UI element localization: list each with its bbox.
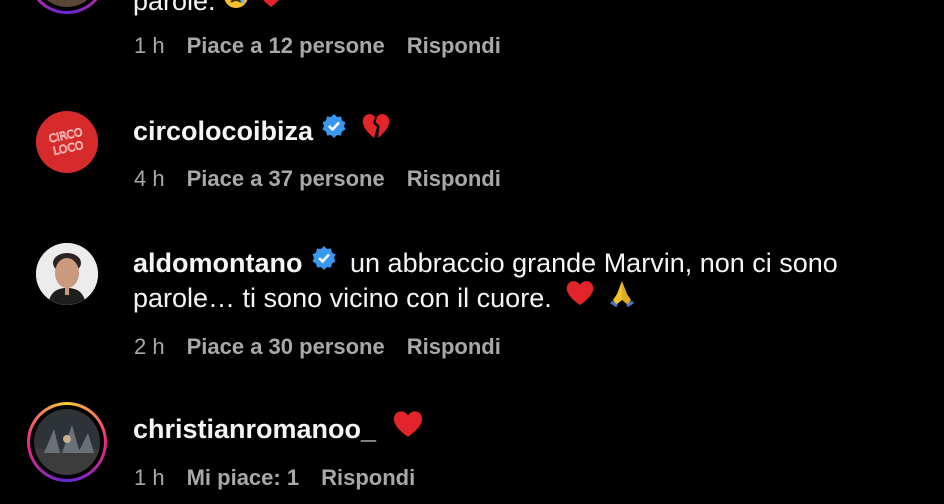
likes-count-link[interactable]: Piace a 37 persone: [187, 166, 385, 191]
comment-meta: 2 h Piace a 30 persone Rispondi: [134, 333, 523, 361]
reply-button[interactable]: Rispondi: [321, 465, 415, 490]
username-link[interactable]: aldomontano: [133, 248, 303, 278]
verified-badge-icon: [311, 245, 337, 279]
comment-body: parole… ti sono vicino con il cuore.: [133, 283, 552, 313]
likes-count-link[interactable]: Mi piace: 1: [187, 465, 299, 490]
comment-text: christianromanoo_: [133, 409, 424, 447]
comment-text: circolocoibiza: [133, 112, 391, 148]
comment-time: 1 h: [134, 465, 165, 490]
comment-text-continued: parole… ti sono vicino con il cuore.: [133, 278, 637, 316]
comment-time: 1 h: [134, 33, 165, 58]
folded-hands-icon: [607, 278, 637, 316]
person-photo: [36, 243, 98, 305]
verified-badge-icon: [321, 113, 347, 147]
red-heart-icon: [392, 409, 424, 447]
person-photo: [34, 409, 100, 475]
crying-face-icon: [223, 0, 249, 17]
reply-button[interactable]: Rispondi: [407, 33, 501, 58]
avatar[interactable]: [27, 402, 107, 482]
red-heart-icon: [257, 0, 285, 17]
comment-body: un abbraccio grande Marvin, non ci sono: [350, 248, 838, 278]
comment-meta: 1 h Piace a 12 persone Rispondi: [134, 32, 523, 60]
avatar[interactable]: [36, 243, 98, 305]
comment-time: 4 h: [134, 166, 165, 191]
reply-button[interactable]: Rispondi: [407, 334, 501, 359]
likes-count-link[interactable]: Piace a 12 persone: [187, 33, 385, 58]
username-link[interactable]: circolocoibiza: [133, 116, 313, 146]
comment-time: 2 h: [134, 334, 165, 359]
avatar[interactable]: [27, 0, 107, 14]
comment-meta: 1 h Mi piace: 1 Rispondi: [134, 464, 437, 492]
comment-text: parole.: [133, 0, 285, 18]
username-link[interactable]: christianromanoo_: [133, 414, 376, 444]
comment-text: aldomontano un abbraccio grande Marvin, …: [133, 245, 838, 280]
broken-heart-icon: [361, 112, 391, 148]
comment-meta: 4 h Piace a 37 persone Rispondi: [134, 165, 523, 193]
red-heart-icon: [565, 279, 595, 315]
comment-item: parole. 1 h Piace a 12 persone Rispondi: [0, 0, 944, 70]
circoloco-logo: CIRCO LOCO: [36, 111, 98, 173]
likes-count-link[interactable]: Piace a 30 persone: [187, 334, 385, 359]
avatar[interactable]: CIRCO LOCO: [36, 111, 98, 173]
reply-button[interactable]: Rispondi: [407, 166, 501, 191]
